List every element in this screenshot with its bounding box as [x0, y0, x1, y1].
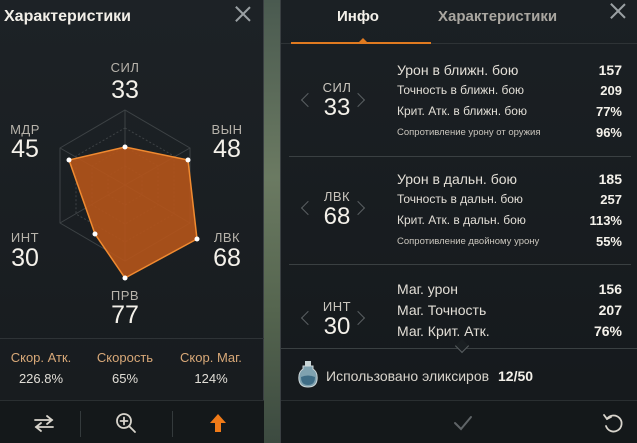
stat-value-prv: 77 [111, 301, 139, 329]
row-label: Крит. Атк. в ближн. бою [397, 104, 527, 118]
speed-label: Скор. Атк. [10, 350, 72, 365]
row-label: Точность в дальн. бою [397, 192, 523, 206]
right-toolbar [281, 400, 637, 443]
reset-icon [603, 414, 623, 433]
elixir-usage: Использовано эликсиров 12/50 [281, 348, 637, 398]
tab-notch [358, 38, 368, 43]
stat-section-lvk: ЛВК 68 Урон в дальн. бою 185 Точность в … [289, 157, 631, 265]
stat-value-vyn: 48 [213, 135, 241, 163]
row-label: Маг. Точность [397, 302, 487, 318]
swap-icon [34, 414, 54, 432]
row-label: Урон в дальн. бою [397, 171, 518, 187]
upgrade-arrow-icon [210, 413, 226, 432]
row-value: 157 [598, 62, 622, 78]
tab-info[interactable]: Инфо [337, 8, 379, 25]
checkmark-icon [454, 416, 472, 431]
speed-value: 226.8% [18, 371, 64, 386]
row-value: 257 [600, 192, 622, 207]
speed-label: Скорость [96, 350, 154, 365]
stat-section-int: ИНТ 30 Маг. урон 156 Маг. Точность 207 М… [289, 265, 631, 347]
section-stat-label: ЛВК [323, 189, 351, 204]
background-scenery [262, 0, 280, 443]
stat-value-lvk: 68 [213, 244, 241, 272]
stat-value-sil: 33 [111, 76, 139, 104]
row-label: Маг. урон [397, 281, 458, 297]
row-value: 96% [595, 125, 622, 140]
close-icon[interactable] [232, 3, 254, 25]
move-speed: Скорость 65% [80, 350, 170, 386]
row-label: Крит. Атк. в дальн. бою [397, 213, 526, 227]
section-stat-label: ИНТ [322, 299, 352, 314]
row-value: 76% [593, 323, 622, 339]
section-stat-value: 33 [323, 94, 351, 121]
stats-radar-chart: СИЛ 33 ВЫН 48 ЛВК 68 ПРВ 77 ИНТ 30 МДР 4… [0, 38, 264, 338]
characteristics-panel: Характеристики СИЛ 33 ВЫН 48 ЛВК 68 ПРВ … [0, 0, 264, 443]
zoom-in-icon [116, 412, 136, 433]
row-value: 77% [595, 104, 622, 119]
row-label: Сопротивление урону от оружия [397, 127, 541, 138]
row-value: 113% [589, 213, 622, 228]
stat-label-int: ИНТ [10, 230, 40, 245]
row-value: 207 [598, 302, 622, 318]
divider [0, 338, 264, 339]
speed-value: 65% [111, 371, 139, 386]
row-value: 156 [598, 281, 622, 297]
section-stat-label: СИЛ [322, 80, 352, 95]
stat-value-mdr: 45 [11, 135, 39, 163]
row-value: 185 [598, 171, 622, 187]
speed-value: 124% [194, 371, 228, 386]
row-value: 209 [600, 83, 622, 98]
section-stat-value: 68 [323, 203, 351, 230]
elixir-label: Использовано эликсиров [326, 368, 490, 384]
row-label: Точность в ближн. бою [397, 83, 525, 97]
magic-speed: Скор. Маг. 124% [166, 350, 256, 386]
elixir-count: 12/50 [498, 368, 534, 384]
row-value: 55% [595, 234, 622, 249]
reset-button[interactable] [601, 411, 625, 435]
info-panel: Инфо Характеристики СИЛ 33 Урон в ближн.… [280, 0, 637, 443]
speed-label: Скор. Маг. [180, 350, 242, 365]
stat-label-lvk: ЛВК [213, 230, 241, 245]
stat-label-sil: СИЛ [110, 60, 140, 75]
close-icon[interactable] [607, 0, 629, 22]
confirm-button[interactable] [451, 411, 475, 435]
toolbar-separator [172, 411, 173, 437]
toolbar-separator [80, 411, 81, 437]
stat-value-int: 30 [11, 244, 39, 272]
left-toolbar [0, 400, 264, 443]
attack-speed: Скор. Атк. 226.8% [0, 350, 86, 386]
zoom-in-button[interactable] [82, 401, 170, 443]
tab-characteristics[interactable]: Характеристики [438, 8, 557, 25]
row-label: Маг. Крит. Атк. [397, 323, 490, 339]
swap-button[interactable] [0, 401, 88, 443]
row-label: Урон в ближн. бою [397, 62, 519, 78]
stat-section-sil: СИЛ 33 Урон в ближн. бою 157 Точность в … [289, 52, 631, 157]
radar-area [68, 146, 198, 279]
elixir-bottle-icon [298, 361, 318, 388]
section-stat-value: 30 [323, 313, 351, 340]
upgrade-button[interactable] [174, 401, 262, 443]
panel-title: Характеристики [4, 8, 132, 25]
row-label: Сопротивление двойному урону [397, 236, 540, 247]
